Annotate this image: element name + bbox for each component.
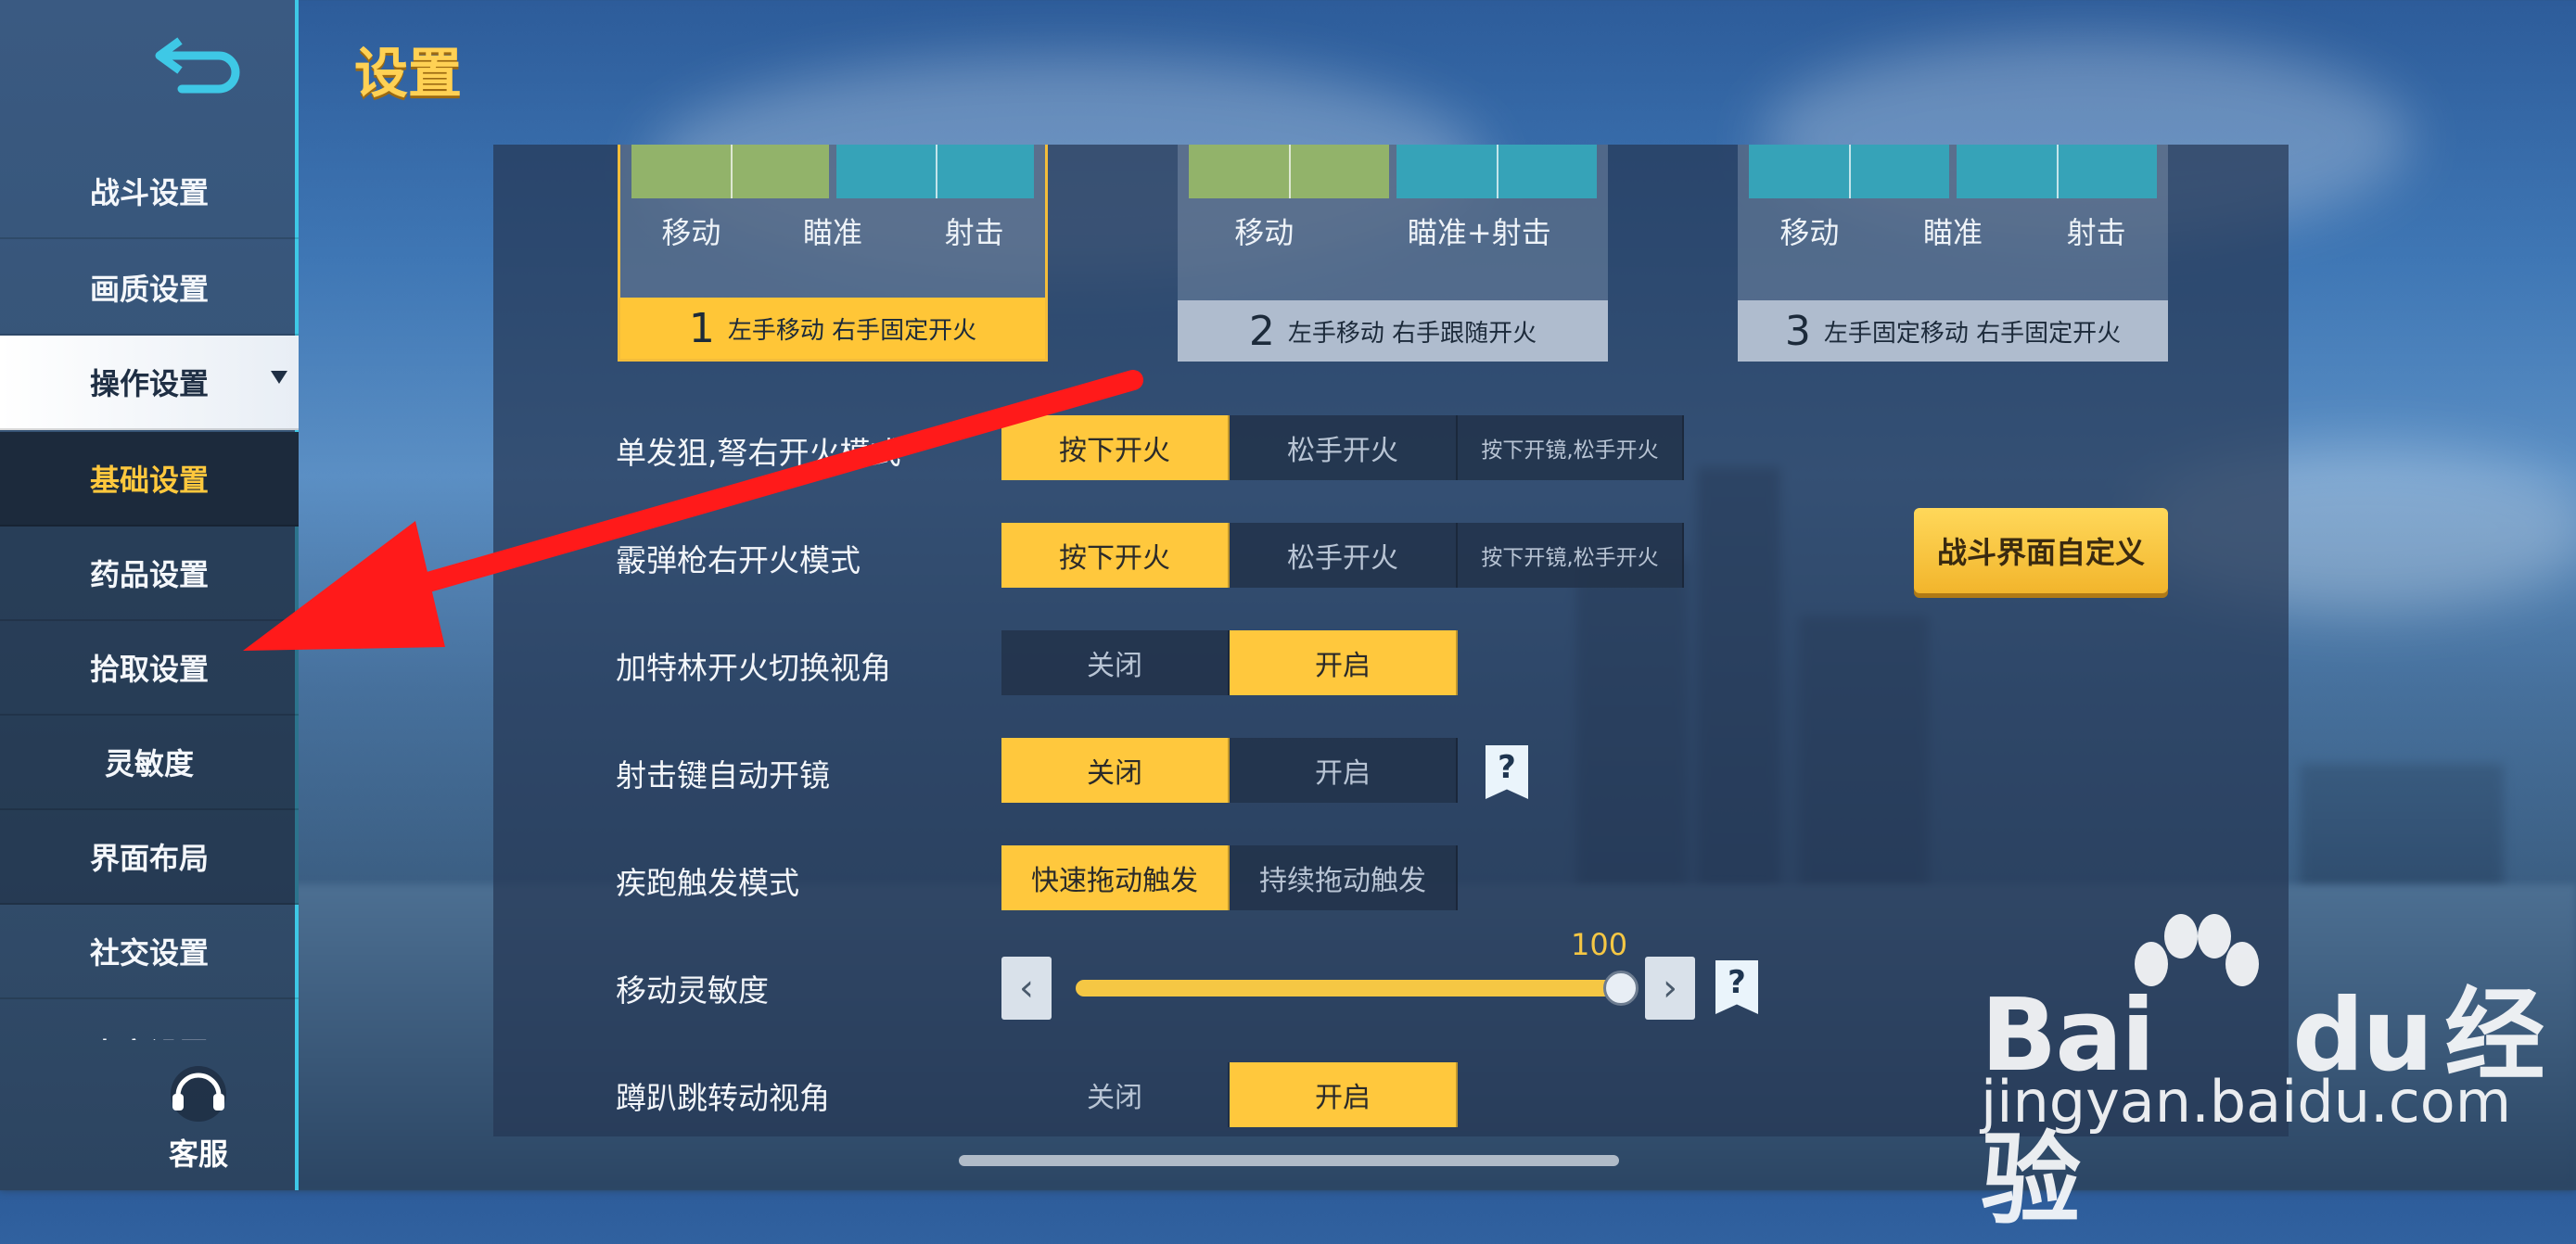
chevron-right-icon: › — [1663, 967, 1677, 1009]
option-on[interactable]: 开启 — [1230, 738, 1458, 803]
slider-decrease-button[interactable]: ‹ — [1001, 957, 1052, 1020]
sidebar-item-label: 灵敏度 — [104, 746, 194, 781]
option-press-fire[interactable]: 按下开火 — [1001, 523, 1230, 588]
option-release-fire[interactable]: 松手开火 — [1230, 415, 1458, 480]
mode-card-3[interactable]: 移动 瞄准 射击 3 左手固定移动 右手固定开火 — [1738, 145, 2168, 362]
option-on[interactable]: 开启 — [1230, 1062, 1458, 1127]
sniper-fire-mode-toggle: 按下开火 松手开火 按下开镜,松手开火 — [1001, 415, 1684, 480]
option-off[interactable]: 关闭 — [1001, 630, 1230, 695]
setting-label-gatling-view: 加特林开火切换视角 — [616, 650, 891, 686]
page-title: 设置 — [354, 42, 463, 105]
mode-card-2[interactable]: 移动 瞄准+射击 2 左手移动 右手跟随开火 — [1178, 145, 1608, 362]
back-arrow-icon — [155, 37, 240, 94]
headset-icon — [171, 1066, 226, 1122]
chevron-left-icon: ‹ — [1019, 967, 1034, 1009]
setting-label-crouch-jump-view: 蹲趴跳转动视角 — [616, 1080, 830, 1116]
sidebar-item-label: 操作设置 — [89, 366, 209, 401]
sidebar-item-label: 界面布局 — [89, 841, 209, 876]
mode-caption: 2 左手移动 右手跟随开火 — [1178, 300, 1608, 362]
option-scope-release-fire[interactable]: 按下开镜,松手开火 — [1458, 415, 1684, 480]
customer-service-label: 客服 — [168, 1136, 228, 1172]
sidebar-subitem-pickup[interactable]: 拾取设置 — [0, 621, 299, 716]
caret-down-icon — [271, 371, 287, 384]
sidebar-subitem-basic[interactable]: 基础设置 — [0, 432, 299, 527]
sidebar-item-controls[interactable]: 操作设置 — [0, 336, 299, 430]
combat-ui-customize-button[interactable]: 战斗界面自定义 — [1914, 508, 2168, 593]
mode-label: 射击 — [944, 215, 1004, 250]
sprint-trigger-toggle: 快速拖动触发 持续拖动触发 — [1001, 845, 1458, 910]
mode-label: 瞄准 — [1922, 215, 1983, 250]
option-on[interactable]: 开启 — [1230, 630, 1458, 695]
back-button[interactable] — [152, 28, 245, 98]
crouch-jump-view-toggle: 关闭 开启 — [1001, 1062, 1458, 1127]
sidebar-item-graphics[interactable]: 画质设置 — [0, 241, 299, 336]
sidebar-item-label: 画质设置 — [89, 272, 209, 307]
option-quick-drag[interactable]: 快速拖动触发 — [1001, 845, 1230, 910]
gatling-view-toggle: 关闭 开启 — [1001, 630, 1458, 695]
watermark-url: jingyan.baidu.com — [1981, 1068, 2512, 1136]
option-release-fire[interactable]: 松手开火 — [1230, 523, 1458, 588]
setting-label-sniper-fire: 单发狙,弩右开火模式 — [616, 435, 901, 471]
sidebar-subitem-medicine[interactable]: 药品设置 — [0, 527, 299, 621]
auto-scope-toggle: 关闭 开启 — [1001, 738, 1458, 803]
sidebar-item-label: 战斗设置 — [89, 175, 209, 210]
mode-label: 瞄准 — [802, 215, 862, 250]
slider-handle[interactable] — [1603, 971, 1639, 1006]
setting-label-shotgun-fire: 霰弹枪右开火模式 — [616, 542, 861, 578]
setting-label-move-sensitivity: 移动灵敏度 — [616, 972, 769, 1009]
mode-label: 瞄准+射击 — [1407, 215, 1551, 250]
sidebar-subitem-sensitivity[interactable]: 灵敏度 — [0, 716, 299, 810]
mode-label: 移动 — [1779, 215, 1840, 250]
option-hold-drag[interactable]: 持续拖动触发 — [1230, 845, 1458, 910]
shotgun-fire-mode-toggle: 按下开火 松手开火 按下开镜,松手开火 — [1001, 523, 1684, 588]
mode-caption: 1 左手移动 右手固定开火 — [620, 298, 1045, 359]
sidebar-subitem-layout[interactable]: 界面布局 — [0, 810, 299, 905]
option-scope-release-fire[interactable]: 按下开镜,松手开火 — [1458, 523, 1684, 588]
mode-label: 射击 — [2066, 215, 2126, 250]
sidebar-item-label: 声音设置 — [90, 1031, 209, 1040]
sidebar-item-label: 拾取设置 — [89, 652, 209, 687]
mode-caption: 3 左手固定移动 右手固定开火 — [1738, 300, 2168, 362]
sidebar-item-combat[interactable]: 战斗设置 — [0, 145, 299, 239]
sidebar-item-label: 社交设置 — [89, 935, 209, 971]
setting-label-auto-scope: 射击键自动开镜 — [616, 757, 830, 793]
sidebar-item-label: 基础设置 — [89, 463, 209, 498]
slider-value: 100 — [1571, 927, 1628, 962]
option-off[interactable]: 关闭 — [1001, 1062, 1230, 1127]
home-indicator[interactable] — [959, 1155, 1619, 1166]
option-press-fire[interactable]: 按下开火 — [1001, 415, 1230, 480]
slider-fill — [1076, 980, 1621, 996]
sidebar: 战斗设置 画质设置 操作设置 基础设置 药品设置 拾取设置 灵敏度 界面布局 社… — [0, 0, 299, 1190]
sidebar-item-label: 药品设置 — [89, 557, 209, 592]
sensitivity-slider[interactable] — [1076, 971, 1639, 1006]
sidebar-item-sound[interactable]: 声音设置 — [0, 999, 299, 1040]
setting-label-sprint-trigger: 疾跑触发模式 — [616, 865, 799, 901]
slider-increase-button[interactable]: › — [1645, 957, 1695, 1020]
mode-label: 移动 — [1234, 215, 1294, 250]
customer-service-button[interactable]: 客服 — [156, 1059, 241, 1174]
mode-label: 移动 — [661, 215, 721, 250]
option-off[interactable]: 关闭 — [1001, 738, 1230, 803]
sidebar-item-social[interactable]: 社交设置 — [0, 905, 299, 999]
mode-card-1[interactable]: 移动 瞄准 射击 1 左手移动 右手固定开火 — [618, 145, 1048, 362]
